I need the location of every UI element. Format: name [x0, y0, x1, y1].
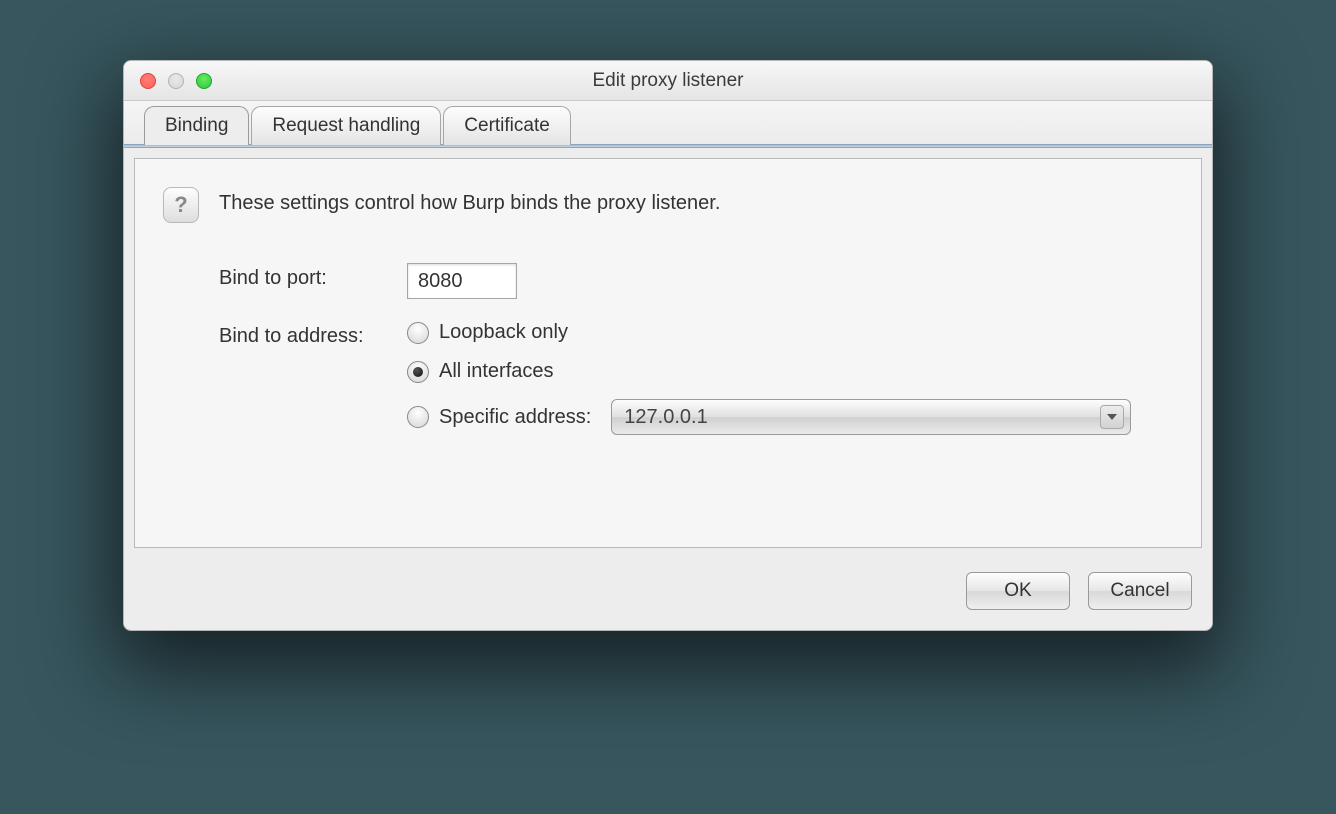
window-title: Edit proxy listener	[124, 70, 1212, 92]
tab-label: Request handling	[272, 115, 420, 136]
radio-loopback-label: Loopback only	[439, 321, 568, 344]
port-label: Bind to port:	[219, 263, 407, 290]
specific-address-value: 127.0.0.1	[624, 406, 707, 429]
address-row: Bind to address: Loopback only All inter…	[163, 321, 1173, 451]
binding-panel: ? These settings control how Burp binds …	[134, 158, 1202, 548]
radio-loopback[interactable]	[407, 322, 429, 344]
button-row: OK Cancel	[124, 558, 1212, 630]
traffic-lights	[124, 73, 212, 89]
radio-specific-row[interactable]: Specific address: 127.0.0.1	[407, 399, 1173, 435]
radio-all-label: All interfaces	[439, 360, 554, 383]
tab-label: Certificate	[464, 115, 550, 136]
radio-loopback-row[interactable]: Loopback only	[407, 321, 1173, 344]
ok-label: OK	[1004, 580, 1031, 602]
radio-all-row[interactable]: All interfaces	[407, 360, 1173, 383]
description-text: These settings control how Burp binds th…	[219, 187, 720, 215]
tabbar: Binding Request handling Certificate	[124, 101, 1212, 144]
dialog-window: Edit proxy listener Binding Request hand…	[123, 60, 1213, 631]
chevron-down-icon	[1100, 405, 1124, 429]
ok-button[interactable]: OK	[966, 572, 1070, 610]
panel-wrap: ? These settings control how Burp binds …	[124, 148, 1212, 558]
window-maximize-icon[interactable]	[196, 73, 212, 89]
address-label: Bind to address:	[219, 321, 407, 348]
radio-all-interfaces[interactable]	[407, 361, 429, 383]
radio-specific-label: Specific address:	[439, 406, 591, 429]
specific-address-select[interactable]: 127.0.0.1	[611, 399, 1131, 435]
tab-binding[interactable]: Binding	[144, 106, 249, 145]
cancel-button[interactable]: Cancel	[1088, 572, 1192, 610]
titlebar: Edit proxy listener	[124, 61, 1212, 101]
tab-label: Binding	[165, 115, 228, 136]
help-icon[interactable]: ?	[163, 187, 199, 223]
port-input[interactable]	[407, 263, 517, 299]
window-close-icon[interactable]	[140, 73, 156, 89]
description-row: ? These settings control how Burp binds …	[163, 187, 1173, 223]
window-minimize-icon[interactable]	[168, 73, 184, 89]
tab-certificate[interactable]: Certificate	[443, 106, 571, 145]
cancel-label: Cancel	[1110, 580, 1169, 602]
tab-request-handling[interactable]: Request handling	[251, 106, 441, 145]
port-row: Bind to port:	[163, 263, 1173, 299]
radio-specific-address[interactable]	[407, 406, 429, 428]
